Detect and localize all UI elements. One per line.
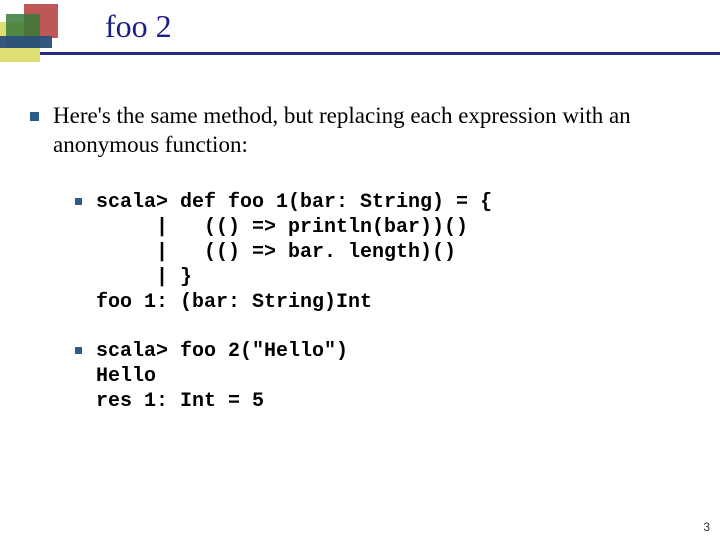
bullet-icon xyxy=(30,112,39,121)
bullet-icon xyxy=(75,347,82,354)
slide-header: foo 2 xyxy=(0,0,720,62)
bullet-icon xyxy=(75,198,82,205)
slide-content: Here's the same method, but replacing ea… xyxy=(0,62,720,414)
page-number: 3 xyxy=(703,520,710,534)
title-underline xyxy=(40,52,720,55)
code-bullet-1: scala> def foo 1(bar: String) = { | (() … xyxy=(75,190,690,315)
slide-title: foo 2 xyxy=(105,8,172,45)
code-block-2: scala> foo 2("Hello") Hello res 1: Int =… xyxy=(96,339,348,414)
code-block-1: scala> def foo 1(bar: String) = { | (() … xyxy=(96,190,492,315)
code-bullet-2: scala> foo 2("Hello") Hello res 1: Int =… xyxy=(75,339,690,414)
intro-text: Here's the same method, but replacing ea… xyxy=(53,102,690,160)
intro-bullet: Here's the same method, but replacing ea… xyxy=(30,102,690,160)
